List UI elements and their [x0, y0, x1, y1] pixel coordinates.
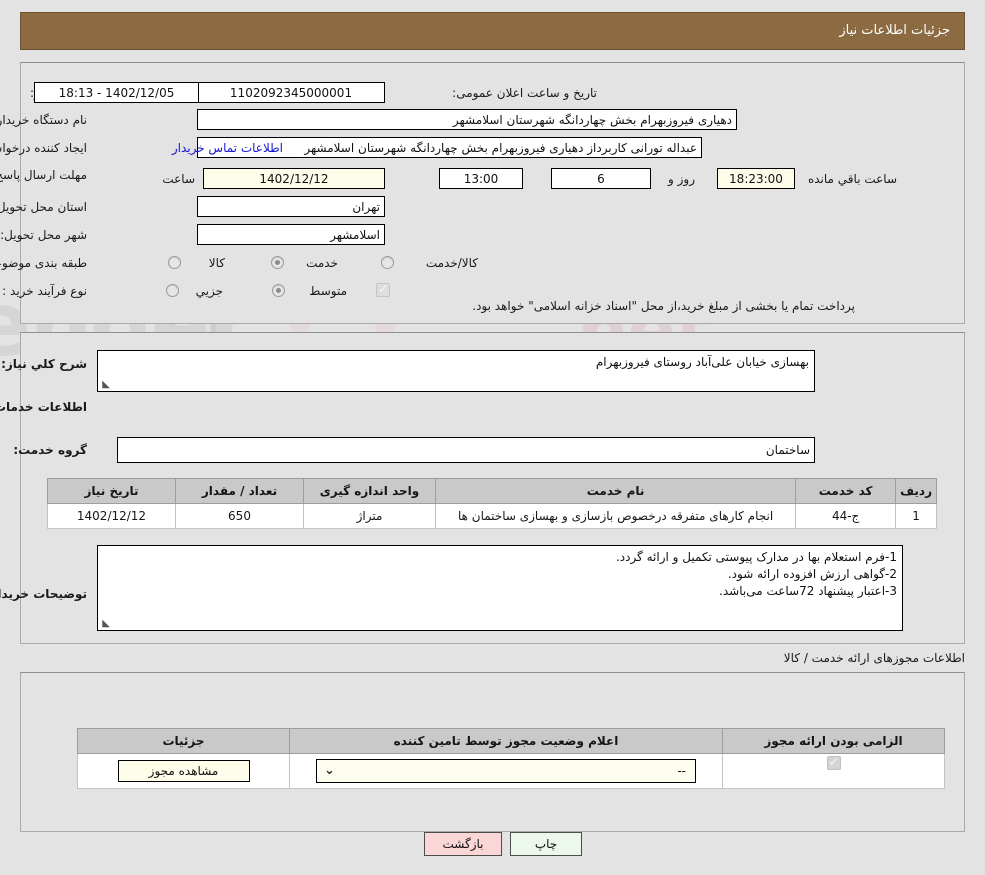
permits-heading: اطلاعات مجوزهای ارائه خدمت / کالا: [783, 651, 965, 665]
cell-permit-details: مشاهده مجوز: [77, 753, 290, 789]
col-date: تاریخ نیاز: [47, 478, 176, 504]
col-code: کد خدمت: [795, 478, 897, 504]
description-value: بهسازی خیابان علی‌آباد روستای فیروزبهرام: [595, 355, 809, 369]
page-root: AriaTender .net جزئیات اطلاعات نیاز شمار…: [0, 0, 985, 875]
radio-process-motavaset-label: متوسط: [309, 284, 347, 298]
radio-process-jozei-label: جزیي: [195, 284, 223, 298]
chevron-down-icon: ⌄: [324, 763, 335, 778]
checkbox-treasury-note[interactable]: [376, 281, 390, 299]
permit-required-checkbox: [826, 754, 841, 772]
services-table-header-row: ردیف کد خدمت نام خدمت واحد اندازه گیری ت…: [47, 478, 937, 504]
back-button[interactable]: بازگشت: [424, 832, 502, 856]
cell-permit-required: [722, 753, 945, 789]
radio-category-kala-khedmat-label: کالا/خدمت: [425, 256, 478, 270]
services-table: ردیف کد خدمت نام خدمت واحد اندازه گیری ت…: [47, 478, 937, 529]
deadline-label: مهلت ارسال پاسخ: تا تاریخ:: [0, 168, 87, 182]
print-button[interactable]: چاپ: [510, 832, 582, 856]
announce-datetime-value[interactable]: 18:13 - 1402/12/05: [34, 82, 199, 103]
cell-date: 1402/12/12: [47, 503, 176, 529]
permits-table: الزامی بودن ارائه مجوز اعلام وضعیت مجوز …: [77, 728, 945, 789]
table-row: 1 ج-44 انجام کارهای متفرقه درخصوص بازساز…: [47, 503, 937, 529]
radio-category-kala-label: کالا: [208, 256, 225, 270]
cell-permit-status: -- ⌄: [289, 753, 723, 789]
resize-grip-icon[interactable]: ◣: [100, 380, 110, 390]
request-creator-label: ایجاد کننده درخواست:: [0, 141, 87, 155]
province-value[interactable]: تهران: [197, 196, 385, 217]
service-group-label: گروه خدمت:: [13, 443, 87, 457]
deadline-time-label: ساعت: [162, 172, 195, 186]
cell-qty: 650: [175, 503, 304, 529]
buyer-notes-textarea[interactable]: 1-فرم استعلام بها در مدارک پیوستی تکمیل …: [97, 545, 903, 631]
category-label: طبقه بندی موضوعی:: [0, 256, 87, 270]
cell-code: ج-44: [795, 503, 897, 529]
radio-category-khedmat[interactable]: [271, 256, 284, 269]
need-number-value[interactable]: 1102092345000001: [197, 82, 385, 103]
header-bar: جزئیات اطلاعات نیاز: [20, 12, 965, 50]
buyer-note-line-1: 1-فرم استعلام بها در مدارک پیوستی تکمیل …: [615, 550, 897, 564]
description-label: شرح کلي نیاز:: [1, 357, 87, 371]
radio-process-motavaset[interactable]: [272, 284, 285, 297]
cell-row: 1: [895, 503, 937, 529]
cell-unit: متراژ: [303, 503, 436, 529]
col-permit-required: الزامی بودن ارائه مجوز: [722, 728, 945, 754]
deadline-days[interactable]: 6: [551, 168, 651, 189]
buyer-org-label: نام دستگاه خریدار:: [0, 113, 87, 127]
radio-category-kala[interactable]: [168, 256, 181, 269]
table-row: -- ⌄ مشاهده مجوز: [77, 753, 945, 789]
city-label: شهر محل تحویل:: [0, 228, 87, 242]
process-type-label: نوع فرآیند خرید :: [2, 284, 87, 298]
col-unit: واحد اندازه گیری: [303, 478, 436, 504]
permit-status-value: --: [677, 764, 686, 778]
view-permit-button[interactable]: مشاهده مجوز: [117, 760, 250, 782]
deadline-remaining[interactable]: 18:23:00: [717, 168, 795, 189]
buyer-notes-label: توضیحات خریدار:: [0, 587, 87, 601]
buyer-note-line-3: 3-اعتبار پیشنهاد 72ساعت می‌باشد.: [719, 584, 897, 598]
radio-category-kala-khedmat[interactable]: [381, 256, 394, 269]
deadline-time[interactable]: 13:00: [439, 168, 523, 189]
permit-status-select[interactable]: -- ⌄: [316, 759, 696, 783]
description-textarea[interactable]: بهسازی خیابان علی‌آباد روستای فیروزبهرام…: [97, 350, 815, 392]
col-permit-status: اعلام وضعیت مجوز توسط تامین کننده: [289, 728, 723, 754]
buyer-contact-link[interactable]: اطلاعات تماس خریدار: [172, 141, 283, 155]
services-heading: اطلاعات خدمات مورد نیاز: [0, 400, 87, 414]
col-qty: تعداد / مقدار: [175, 478, 304, 504]
deadline-remaining-label: ساعت باقي مانده: [807, 172, 897, 186]
cell-name: انجام کارهای متفرقه درخصوص بازسازی و بهس…: [434, 503, 797, 529]
buyer-note-line-2: 2-گواهی ارزش افزوده ارائه شود.: [727, 567, 897, 581]
radio-process-jozei[interactable]: [166, 284, 179, 297]
col-row: ردیف: [895, 478, 937, 504]
col-name: نام خدمت: [434, 478, 797, 504]
service-group-value[interactable]: ساختمان: [117, 437, 815, 463]
deadline-date[interactable]: 1402/12/12: [203, 168, 385, 189]
resize-grip-icon[interactable]: ◣: [100, 619, 110, 629]
city-value[interactable]: اسلامشهر: [197, 224, 385, 245]
radio-category-khedmat-label: خدمت: [306, 256, 338, 270]
province-label: استان محل تحویل:: [0, 200, 87, 214]
page-title: جزئیات اطلاعات نیاز: [839, 23, 950, 38]
col-permit-details: جزئیات: [77, 728, 290, 754]
process-type-note: پرداخت تمام یا بخشی از مبلغ خرید،از محل …: [472, 299, 855, 313]
announce-datetime-label: تاریخ و ساعت اعلان عمومی:: [452, 86, 597, 100]
deadline-days-label: روز و: [668, 172, 695, 186]
buyer-org-value[interactable]: دهیاری فیروزبهرام بخش چهاردانگه شهرستان …: [197, 109, 737, 130]
permits-table-header-row: الزامی بودن ارائه مجوز اعلام وضعیت مجوز …: [77, 728, 945, 754]
